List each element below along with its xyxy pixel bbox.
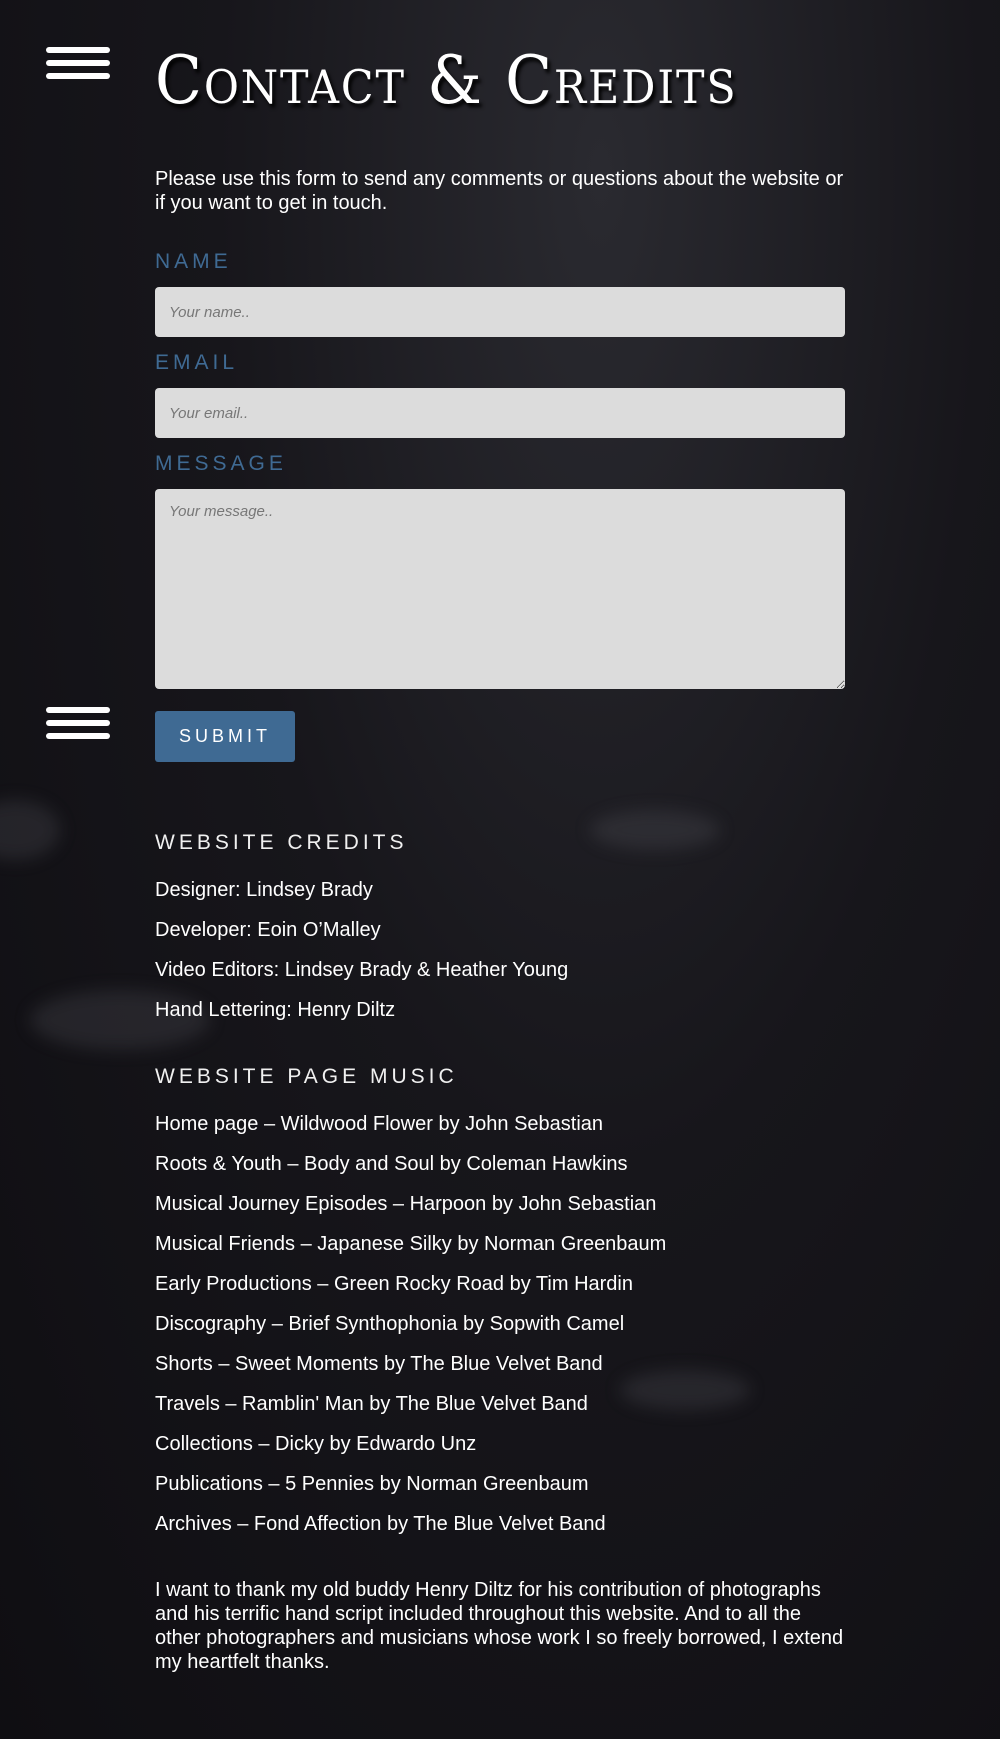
list-item: Early Productions – Green Rocky Road by … bbox=[155, 1273, 633, 1295]
intro-text: Please use this form to send any comment… bbox=[155, 168, 844, 214]
name-input[interactable] bbox=[155, 287, 845, 337]
name-label: NAME bbox=[155, 250, 232, 273]
thanks-text: I want to thank my old buddy Henry Diltz… bbox=[155, 1579, 844, 1673]
list-item: Archives – Fond Affection by The Blue Ve… bbox=[155, 1513, 606, 1535]
floating-menu-button[interactable] bbox=[46, 707, 110, 741]
message-label: MESSAGE bbox=[155, 452, 287, 475]
list-item: Developer: Eoin O’Malley bbox=[155, 919, 381, 941]
submit-button[interactable]: SUBMIT bbox=[155, 711, 295, 762]
background-decoration bbox=[0, 800, 60, 860]
list-item: Shorts – Sweet Moments by The Blue Velve… bbox=[155, 1353, 603, 1375]
music-list: Home page – Wildwood Flower by John Seba… bbox=[155, 1104, 666, 1544]
credits-heading: WEBSITE CREDITS bbox=[155, 831, 408, 854]
music-heading: WEBSITE PAGE MUSIC bbox=[155, 1065, 458, 1088]
menu-button[interactable] bbox=[46, 47, 110, 81]
list-item: Hand Lettering: Henry Diltz bbox=[155, 999, 396, 1021]
email-label: EMAIL bbox=[155, 351, 239, 374]
page-title: Contact & Credits bbox=[155, 42, 738, 119]
list-item: Designer: Lindsey Brady bbox=[155, 879, 373, 901]
list-item: Video Editors: Lindsey Brady & Heather Y… bbox=[155, 959, 569, 981]
list-item: Collections – Dicky by Edwardo Unz bbox=[155, 1433, 477, 1455]
message-textarea[interactable] bbox=[155, 489, 845, 689]
list-item: Discography – Brief Synthophonia by Sopw… bbox=[155, 1313, 625, 1335]
list-item: Travels – Ramblin' Man by The Blue Velve… bbox=[155, 1393, 588, 1415]
list-item: Musical Journey Episodes – Harpoon by Jo… bbox=[155, 1193, 657, 1215]
email-input[interactable] bbox=[155, 388, 845, 438]
list-item: Roots & Youth – Body and Soul by Coleman… bbox=[155, 1153, 628, 1175]
list-item: Musical Friends – Japanese Silky by Norm… bbox=[155, 1233, 667, 1255]
background-decoration bbox=[590, 810, 720, 850]
list-item: Publications – 5 Pennies by Norman Green… bbox=[155, 1473, 589, 1495]
menu-icon bbox=[46, 47, 110, 53]
list-item: Home page – Wildwood Flower by John Seba… bbox=[155, 1113, 604, 1135]
credits-list: Designer: Lindsey Brady Developer: Eoin … bbox=[155, 870, 568, 1030]
menu-icon bbox=[46, 707, 110, 713]
